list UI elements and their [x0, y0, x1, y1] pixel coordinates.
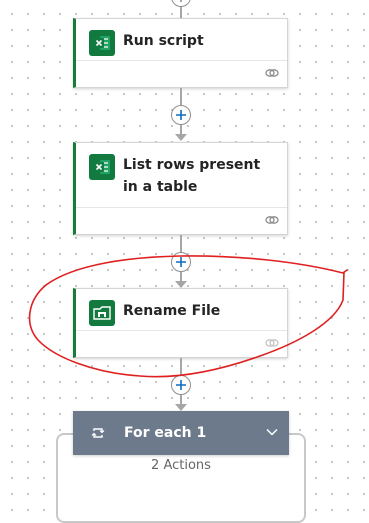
- annotation-circle: [28, 255, 348, 378]
